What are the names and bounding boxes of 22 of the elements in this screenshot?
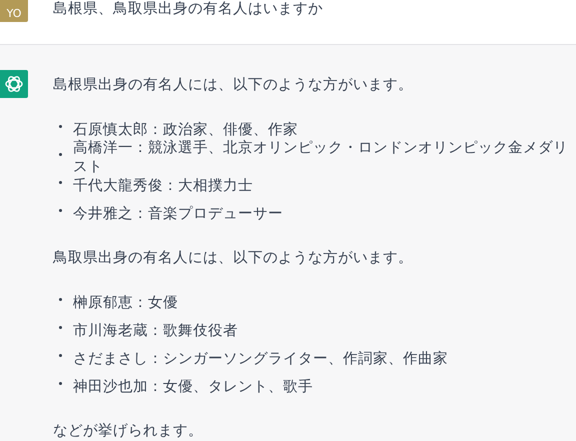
list-item-text: 今井雅之：音楽プロデューサー — [73, 204, 283, 222]
bullet-icon — [59, 354, 62, 356]
bullet-icon — [59, 326, 62, 328]
bullet-icon — [59, 180, 62, 184]
list-item-text: さだまさし：シンガーソングライター、作詞家、作曲家 — [73, 350, 448, 368]
list-item-text: 高橋洋一：競泳選手、北京オリンピック・ロンドンオリンピック金メダリスト — [73, 138, 569, 176]
message-paragraph: 鳥取県出身の有名人には、以下のような方がいます。 — [53, 248, 414, 268]
message-paragraph: 島根県出身の有名人には、以下のような方がいます。 — [53, 76, 414, 95]
list-item-text: 榊原郁恵：女優 — [73, 294, 178, 312]
user-avatar: YO — [0, 0, 28, 22]
list-item-text: 神田沙也加：女優、タレント、歌手 — [73, 378, 313, 396]
list-item-text: 石原慎太郎：政治家、俳優、作家 — [73, 120, 298, 138]
bullet-icon — [59, 124, 62, 128]
bullet-icon — [59, 382, 62, 384]
list-item-text: 千代大龍秀俊：大相撲力士 — [73, 176, 253, 194]
list-item-text: 市川海老蔵：歌舞伎役者 — [73, 322, 238, 340]
message-paragraph: などが挙げられます。 — [53, 422, 204, 441]
user-message: 島根県、鳥取県出身の有名人はいますか — [53, 0, 323, 19]
knot-logo-icon — [4, 74, 24, 94]
bullet-icon — [59, 298, 62, 300]
bullet-icon — [59, 208, 62, 212]
bullet-icon — [59, 152, 62, 156]
